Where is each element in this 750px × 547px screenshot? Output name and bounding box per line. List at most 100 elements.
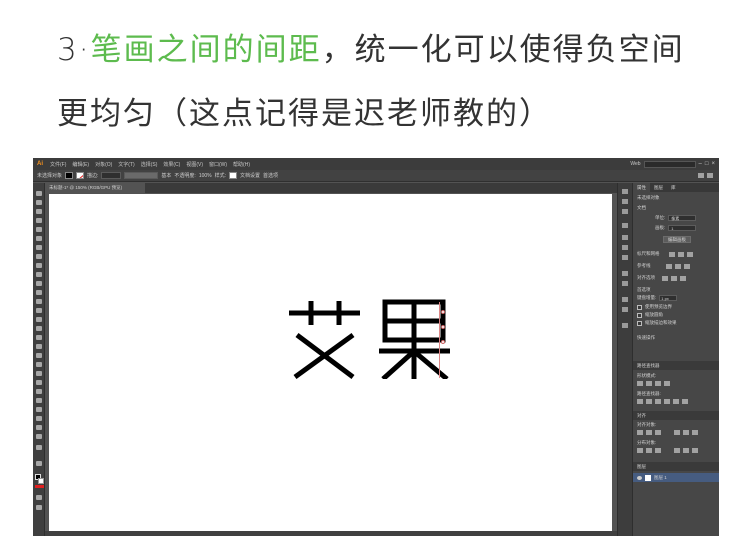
menu-edit[interactable]: 编辑(E)	[69, 161, 92, 168]
width-tool-icon[interactable]	[36, 317, 42, 322]
glyph-ai[interactable]	[287, 299, 362, 379]
units-select[interactable]: 像素	[668, 215, 697, 221]
pencil-tool-icon[interactable]	[36, 281, 42, 286]
slice-tool-icon[interactable]	[36, 416, 42, 421]
swap-fill-stroke-icon[interactable]	[36, 461, 42, 466]
stroke-panel-icon[interactable]	[622, 223, 628, 228]
menu-effect[interactable]: 效果(C)	[160, 161, 183, 168]
preferences-button[interactable]: 首选项	[263, 172, 278, 179]
close-icon[interactable]: ×	[711, 161, 715, 167]
distribute-hcenter-icon[interactable]	[683, 448, 689, 453]
align-hcenter-icon[interactable]	[646, 430, 652, 435]
pixel-grid-icon[interactable]	[686, 251, 693, 257]
fill-swatch[interactable]	[65, 172, 74, 179]
align-header[interactable]: 对齐	[633, 411, 719, 420]
grid-icon[interactable]	[677, 251, 684, 257]
menu-help[interactable]: 帮助(H)	[230, 161, 253, 168]
layer-name[interactable]: 图层 1	[654, 475, 667, 481]
eraser-tool-icon[interactable]	[36, 290, 42, 295]
artwork-glyphs[interactable]	[287, 299, 467, 379]
lock-guides-icon[interactable]	[674, 263, 681, 269]
layers-tab[interactable]: 图层	[637, 464, 646, 470]
menu-type[interactable]: 文字(T)	[115, 161, 137, 168]
ruler-icon[interactable]	[668, 251, 675, 257]
document-tab[interactable]: 未标题-1* @ 150% (RGB/GPU 预览)	[45, 183, 145, 193]
trim-icon[interactable]	[646, 399, 652, 404]
style-swatch[interactable]	[229, 172, 237, 179]
snap-grid-icon[interactable]	[671, 275, 677, 281]
free-transform-tool-icon[interactable]	[36, 326, 42, 331]
shape-builder-tool-icon[interactable]	[36, 335, 42, 340]
workspace-switcher[interactable]: Web	[630, 161, 640, 167]
canvas-area[interactable]	[45, 193, 617, 536]
menu-object[interactable]: 对象(O)	[92, 161, 115, 168]
artboard-select[interactable]: 1	[668, 225, 697, 231]
stroke-width-field[interactable]	[101, 172, 122, 179]
swatches-panel-icon[interactable]	[622, 199, 628, 204]
distribute-top-icon[interactable]	[637, 448, 643, 453]
intersect-icon[interactable]	[655, 381, 661, 386]
artboard[interactable]	[49, 194, 612, 531]
scale-strokes-checkbox[interactable]	[637, 320, 642, 326]
menu-view[interactable]: 视图(V)	[183, 161, 206, 168]
drawing-mode-icon[interactable]	[36, 495, 42, 500]
pathfinder-tab[interactable]: 路径查找器	[637, 363, 660, 369]
stroke-color-icon[interactable]	[38, 478, 44, 484]
menu-select[interactable]: 选择(S)	[138, 161, 161, 168]
opentype-panel-icon[interactable]	[622, 255, 628, 260]
magic-wand-tool-icon[interactable]	[36, 209, 42, 214]
smart-guides-icon[interactable]	[683, 263, 690, 269]
none-color-icon[interactable]	[35, 485, 44, 488]
perspective-grid-tool-icon[interactable]	[36, 344, 42, 349]
align-tab[interactable]: 对齐	[637, 413, 646, 419]
asset-export-panel-icon[interactable]	[622, 307, 628, 312]
distribute-bottom-icon[interactable]	[655, 448, 661, 453]
snap-point-icon[interactable]	[662, 275, 668, 281]
show-guides-icon[interactable]	[665, 263, 672, 269]
tab-properties[interactable]: 属性	[633, 183, 650, 192]
appearance-panel-icon[interactable]	[622, 281, 628, 286]
artboard-tool-icon[interactable]	[36, 407, 42, 412]
maximize-icon[interactable]: □	[705, 161, 709, 167]
mesh-tool-icon[interactable]	[36, 353, 42, 358]
crop-icon[interactable]	[664, 399, 670, 404]
align-left-icon[interactable]	[637, 430, 643, 435]
panel-menu-icon[interactable]	[707, 173, 713, 178]
hand-tool-icon[interactable]	[36, 425, 42, 430]
help-search-input[interactable]	[643, 160, 696, 168]
selection-tool-icon[interactable]	[36, 191, 42, 196]
brushes-panel-icon[interactable]	[622, 209, 628, 214]
merge-icon[interactable]	[655, 399, 661, 404]
minus-front-icon[interactable]	[646, 381, 652, 386]
layers-header[interactable]: 图层	[633, 462, 719, 471]
tab-layers[interactable]: 图层	[650, 183, 667, 192]
menu-file[interactable]: 文件(F)	[47, 161, 69, 168]
menu-window[interactable]: 窗口(W)	[206, 161, 230, 168]
minus-back-icon[interactable]	[682, 399, 688, 404]
document-setup-button[interactable]: 文档设置	[240, 172, 260, 179]
edit-artboard-button[interactable]: 编辑画板	[663, 236, 691, 243]
snap-pixel-icon[interactable]	[680, 275, 686, 281]
artboards-panel-icon[interactable]	[622, 323, 628, 328]
stroke-swatch[interactable]	[76, 172, 85, 179]
minimize-icon[interactable]: –	[699, 161, 702, 167]
align-vcenter-icon[interactable]	[683, 430, 689, 435]
transparency-panel-icon[interactable]	[622, 271, 628, 276]
column-graph-tool-icon[interactable]	[36, 398, 42, 403]
curvature-tool-icon[interactable]	[36, 236, 42, 241]
keyboard-increment-input[interactable]: 1 px	[659, 295, 678, 301]
unite-icon[interactable]	[637, 381, 643, 386]
pen-tool-icon[interactable]	[36, 227, 42, 232]
direct-selection-tool-icon[interactable]	[36, 200, 42, 205]
rectangle-tool-icon[interactable]	[36, 263, 42, 268]
layer-row[interactable]: 图层 1	[633, 473, 719, 482]
links-panel-icon[interactable]	[622, 297, 628, 302]
arrange-icon[interactable]	[698, 173, 704, 178]
type-tool-icon[interactable]	[36, 245, 42, 250]
visibility-eye-icon[interactable]	[637, 475, 642, 480]
brush-basic-label[interactable]: 基本	[161, 172, 171, 179]
outline-icon[interactable]	[673, 399, 679, 404]
edit-toolbar-icon[interactable]	[36, 445, 42, 450]
align-right-icon[interactable]	[655, 430, 661, 435]
align-top-icon[interactable]	[674, 430, 680, 435]
